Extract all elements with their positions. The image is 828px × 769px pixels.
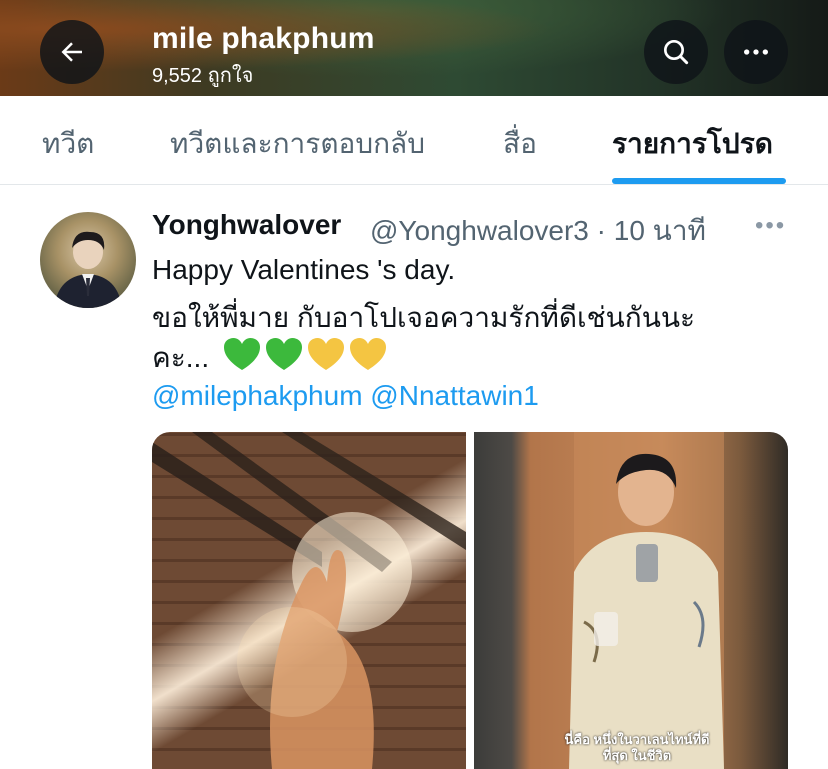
green-heart-icon	[224, 338, 260, 370]
tab-tweets[interactable]: ทวีต	[42, 122, 94, 166]
tweet-photo-2[interactable]: นี่คือ หนึ่งในวาเลนไทน์ที่ดีที่สุด ในชีว…	[474, 432, 788, 769]
active-tab-indicator	[612, 178, 786, 184]
tweet-more-icon[interactable]: •••	[755, 212, 786, 240]
photo-caption: นี่คือ หนึ่งในวาเลนไทน์ที่ดีที่สุด ในชีว…	[564, 732, 710, 763]
author-name[interactable]: Yonghwalover	[152, 209, 341, 241]
author-avatar[interactable]	[40, 212, 136, 308]
tab-media[interactable]: สื่อ	[503, 122, 537, 166]
tweet-text-line-2: ขอให้พี่มาย กับอาโปเจอความรักที่ดีเช่นกั…	[152, 302, 696, 333]
back-arrow-icon	[61, 42, 82, 62]
search-icon	[664, 40, 689, 65]
more-button[interactable]	[724, 20, 788, 84]
likes-count: 9,552 ถูกใจ	[152, 65, 254, 87]
tweet-text-line-1: Happy Valentines 's day.	[152, 254, 456, 285]
green-heart-icon	[266, 338, 302, 370]
profile-name: mile phakphum	[152, 22, 375, 55]
yellow-heart-icon	[350, 338, 386, 370]
profile-tabs: ทวีต ทวีตและการตอบกลับ สื่อ รายการโปรด	[0, 96, 828, 185]
photo-mirror-selfie	[569, 432, 724, 769]
emoji-row	[222, 336, 388, 374]
back-button[interactable]	[40, 20, 104, 84]
yellow-heart-icon	[308, 338, 344, 370]
profile-header: mile phakphum 9,552 ถูกใจ	[0, 0, 828, 96]
photo-hand-sunlight	[152, 432, 466, 769]
tweet-mentions[interactable]: @milephakphum @Nnattawin1	[152, 380, 539, 412]
search-button[interactable]	[644, 20, 708, 84]
more-icon	[744, 49, 768, 55]
tab-tweets-and-replies[interactable]: ทวีตและการตอบกลับ	[170, 122, 425, 166]
tab-likes[interactable]: รายการโปรด	[612, 122, 773, 166]
avatar-person-icon	[54, 231, 122, 308]
tweet-text-line-3: คะ...	[152, 342, 210, 373]
author-handle-and-time[interactable]: @Yonghwalover3 · 10 นาที	[370, 209, 706, 253]
tweet-photo-1[interactable]	[152, 432, 466, 769]
